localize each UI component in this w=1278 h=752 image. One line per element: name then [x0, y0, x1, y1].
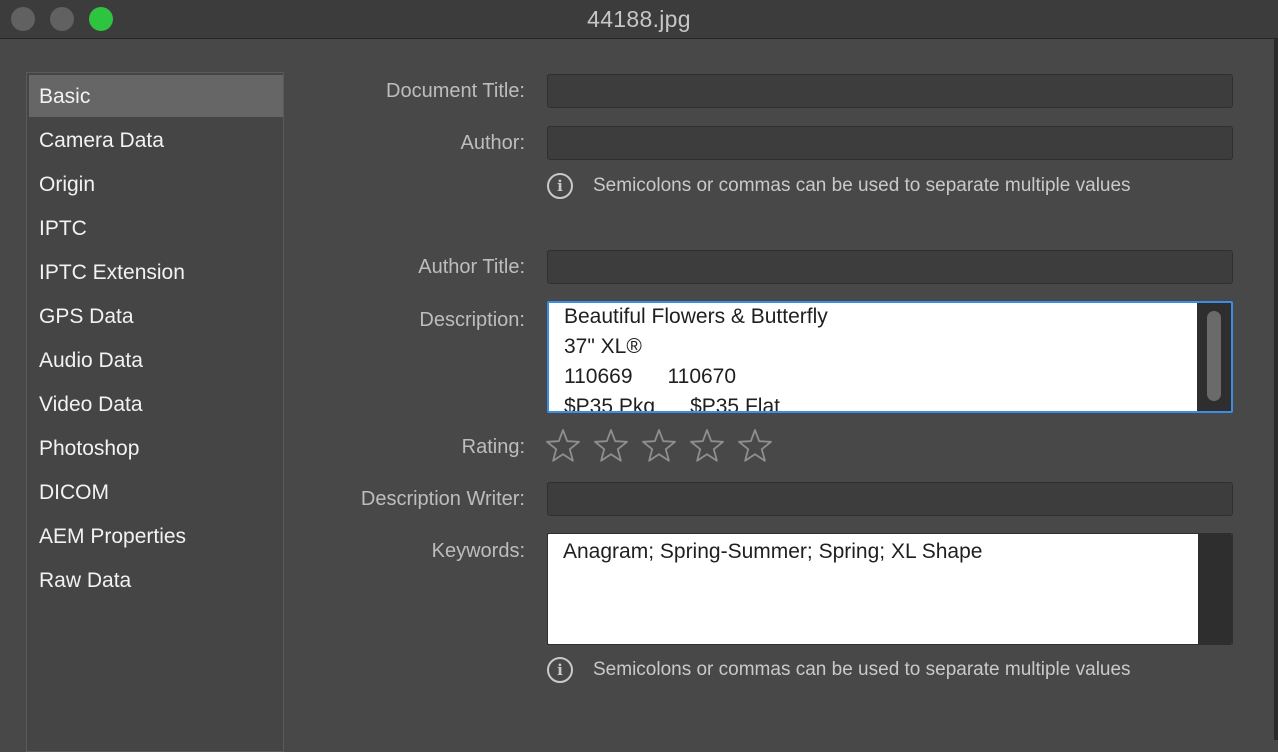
- sidebar-item-gps-data[interactable]: GPS Data: [29, 295, 283, 337]
- sidebar-item-aem-properties[interactable]: AEM Properties: [29, 515, 283, 557]
- author-title-field[interactable]: [547, 250, 1233, 284]
- description-line: 110669 110670: [564, 365, 737, 388]
- sidebar-item-iptc-extension[interactable]: IPTC Extension: [29, 251, 283, 293]
- sidebar-item-audio-data[interactable]: Audio Data: [29, 339, 283, 381]
- window-title: 44188.jpg: [587, 6, 691, 32]
- keywords-hint: i Semicolons or commas can be used to se…: [547, 655, 1131, 685]
- info-icon: i: [547, 657, 573, 683]
- description-writer-field[interactable]: [547, 482, 1233, 516]
- star-outline-icon[interactable]: [641, 428, 677, 464]
- star-outline-icon[interactable]: [689, 428, 725, 464]
- sidebar-item-photoshop[interactable]: Photoshop: [29, 427, 283, 469]
- star-outline-icon[interactable]: [737, 428, 773, 464]
- author-field[interactable]: [547, 126, 1233, 160]
- sidebar-item-camera-data[interactable]: Camera Data: [29, 119, 283, 161]
- keywords-scrollbar[interactable]: [1198, 534, 1232, 644]
- sidebar: Basic Camera Data Origin IPTC IPTC Exten…: [26, 72, 284, 752]
- sidebar-item-basic[interactable]: Basic: [29, 75, 283, 117]
- description-scrollbar-thumb[interactable]: [1207, 311, 1221, 401]
- sidebar-item-raw-data[interactable]: Raw Data: [29, 559, 283, 601]
- sidebar-item-dicom[interactable]: DICOM: [29, 471, 283, 513]
- description-line: Beautiful Flowers & Butterfly: [564, 305, 828, 328]
- author-hint: i Semicolons or commas can be used to se…: [547, 171, 1131, 201]
- description-label: Description:: [419, 309, 525, 331]
- rating-stars: [545, 428, 785, 464]
- description-line: $P35 Pkg $P35 Flat: [564, 395, 780, 413]
- document-title-label: Document Title:: [386, 80, 525, 102]
- rating-label: Rating:: [461, 436, 525, 458]
- description-writer-label: Description Writer:: [360, 488, 525, 510]
- author-label: Author:: [460, 132, 525, 154]
- document-title-field[interactable]: [547, 74, 1233, 108]
- author-title-label: Author Title:: [418, 256, 525, 278]
- author-hint-text: Semicolons or commas can be used to sepa…: [593, 175, 1131, 196]
- keywords-label: Keywords:: [431, 540, 525, 562]
- description-scrollbar[interactable]: [1197, 303, 1231, 411]
- sidebar-item-iptc[interactable]: IPTC: [29, 207, 283, 249]
- description-line: 37" XL®: [564, 335, 642, 358]
- keywords-textarea[interactable]: Anagram; Spring-Summer; Spring; XL Shape: [547, 533, 1233, 645]
- sidebar-item-video-data[interactable]: Video Data: [29, 383, 283, 425]
- description-textarea[interactable]: Beautiful Flowers & Butterfly 37" XL® 11…: [547, 301, 1233, 413]
- keywords-text: Anagram; Spring-Summer; Spring; XL Shape: [563, 540, 983, 563]
- sidebar-item-origin[interactable]: Origin: [29, 163, 283, 205]
- star-outline-icon[interactable]: [593, 428, 629, 464]
- keywords-hint-text: Semicolons or commas can be used to sepa…: [593, 659, 1131, 680]
- description-text: Beautiful Flowers & Butterfly 37" XL® 11…: [564, 303, 1191, 413]
- window-edge: [1274, 39, 1278, 740]
- title-bar: 44188.jpg: [0, 0, 1278, 39]
- info-icon: i: [547, 173, 573, 199]
- star-outline-icon[interactable]: [545, 428, 581, 464]
